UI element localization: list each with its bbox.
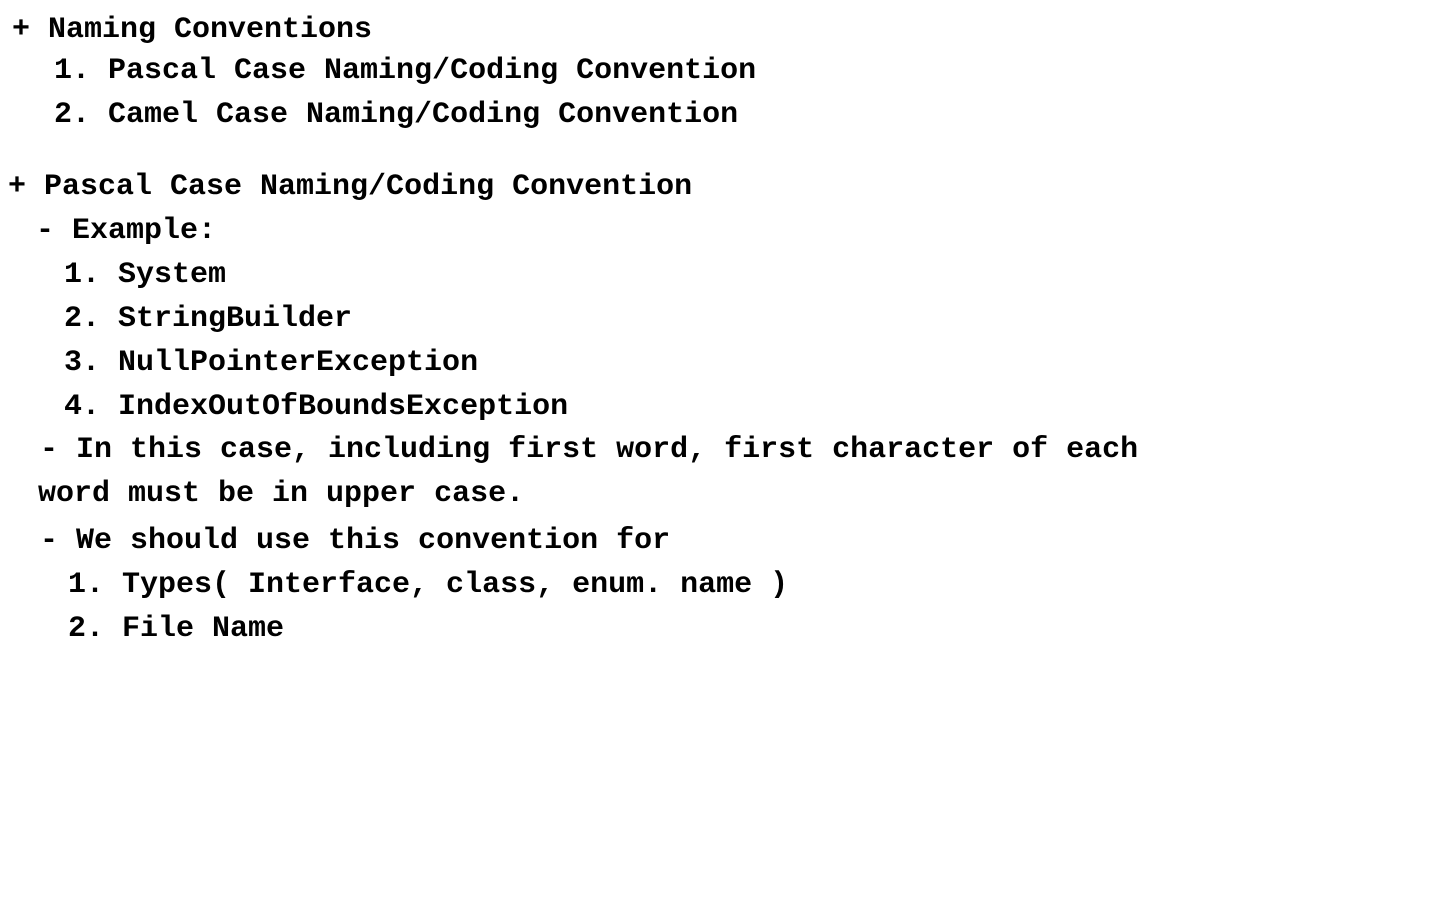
rule-line-1: - In this case, including first word, fi…: [40, 433, 1139, 467]
naming-conventions-heading: + Naming Conventions: [12, 13, 373, 47]
rule-line-2: word must be in upper case.: [38, 477, 525, 511]
usage-item-1: 1. Types( Interface, class, enum. name ): [68, 568, 789, 602]
usage-item-2: 2. File Name: [68, 612, 285, 646]
example-label: - Example:: [36, 214, 217, 248]
pascal-case-heading: + Pascal Case Naming/Coding Convention: [8, 170, 693, 204]
example-item-4: 4. IndexOutOfBoundsException: [64, 390, 569, 424]
example-item-3: 3. NullPointerException: [64, 346, 479, 380]
naming-conventions-item-2: 2. Camel Case Naming/Coding Convention: [54, 98, 739, 132]
document-page: + Naming Conventions 1. Pascal Case Nami…: [0, 0, 1440, 900]
usage-label: - We should use this convention for: [40, 524, 671, 558]
naming-conventions-item-1: 1. Pascal Case Naming/Coding Convention: [54, 54, 757, 88]
example-item-1: 1. System: [64, 258, 227, 292]
example-item-2: 2. StringBuilder: [64, 302, 353, 336]
